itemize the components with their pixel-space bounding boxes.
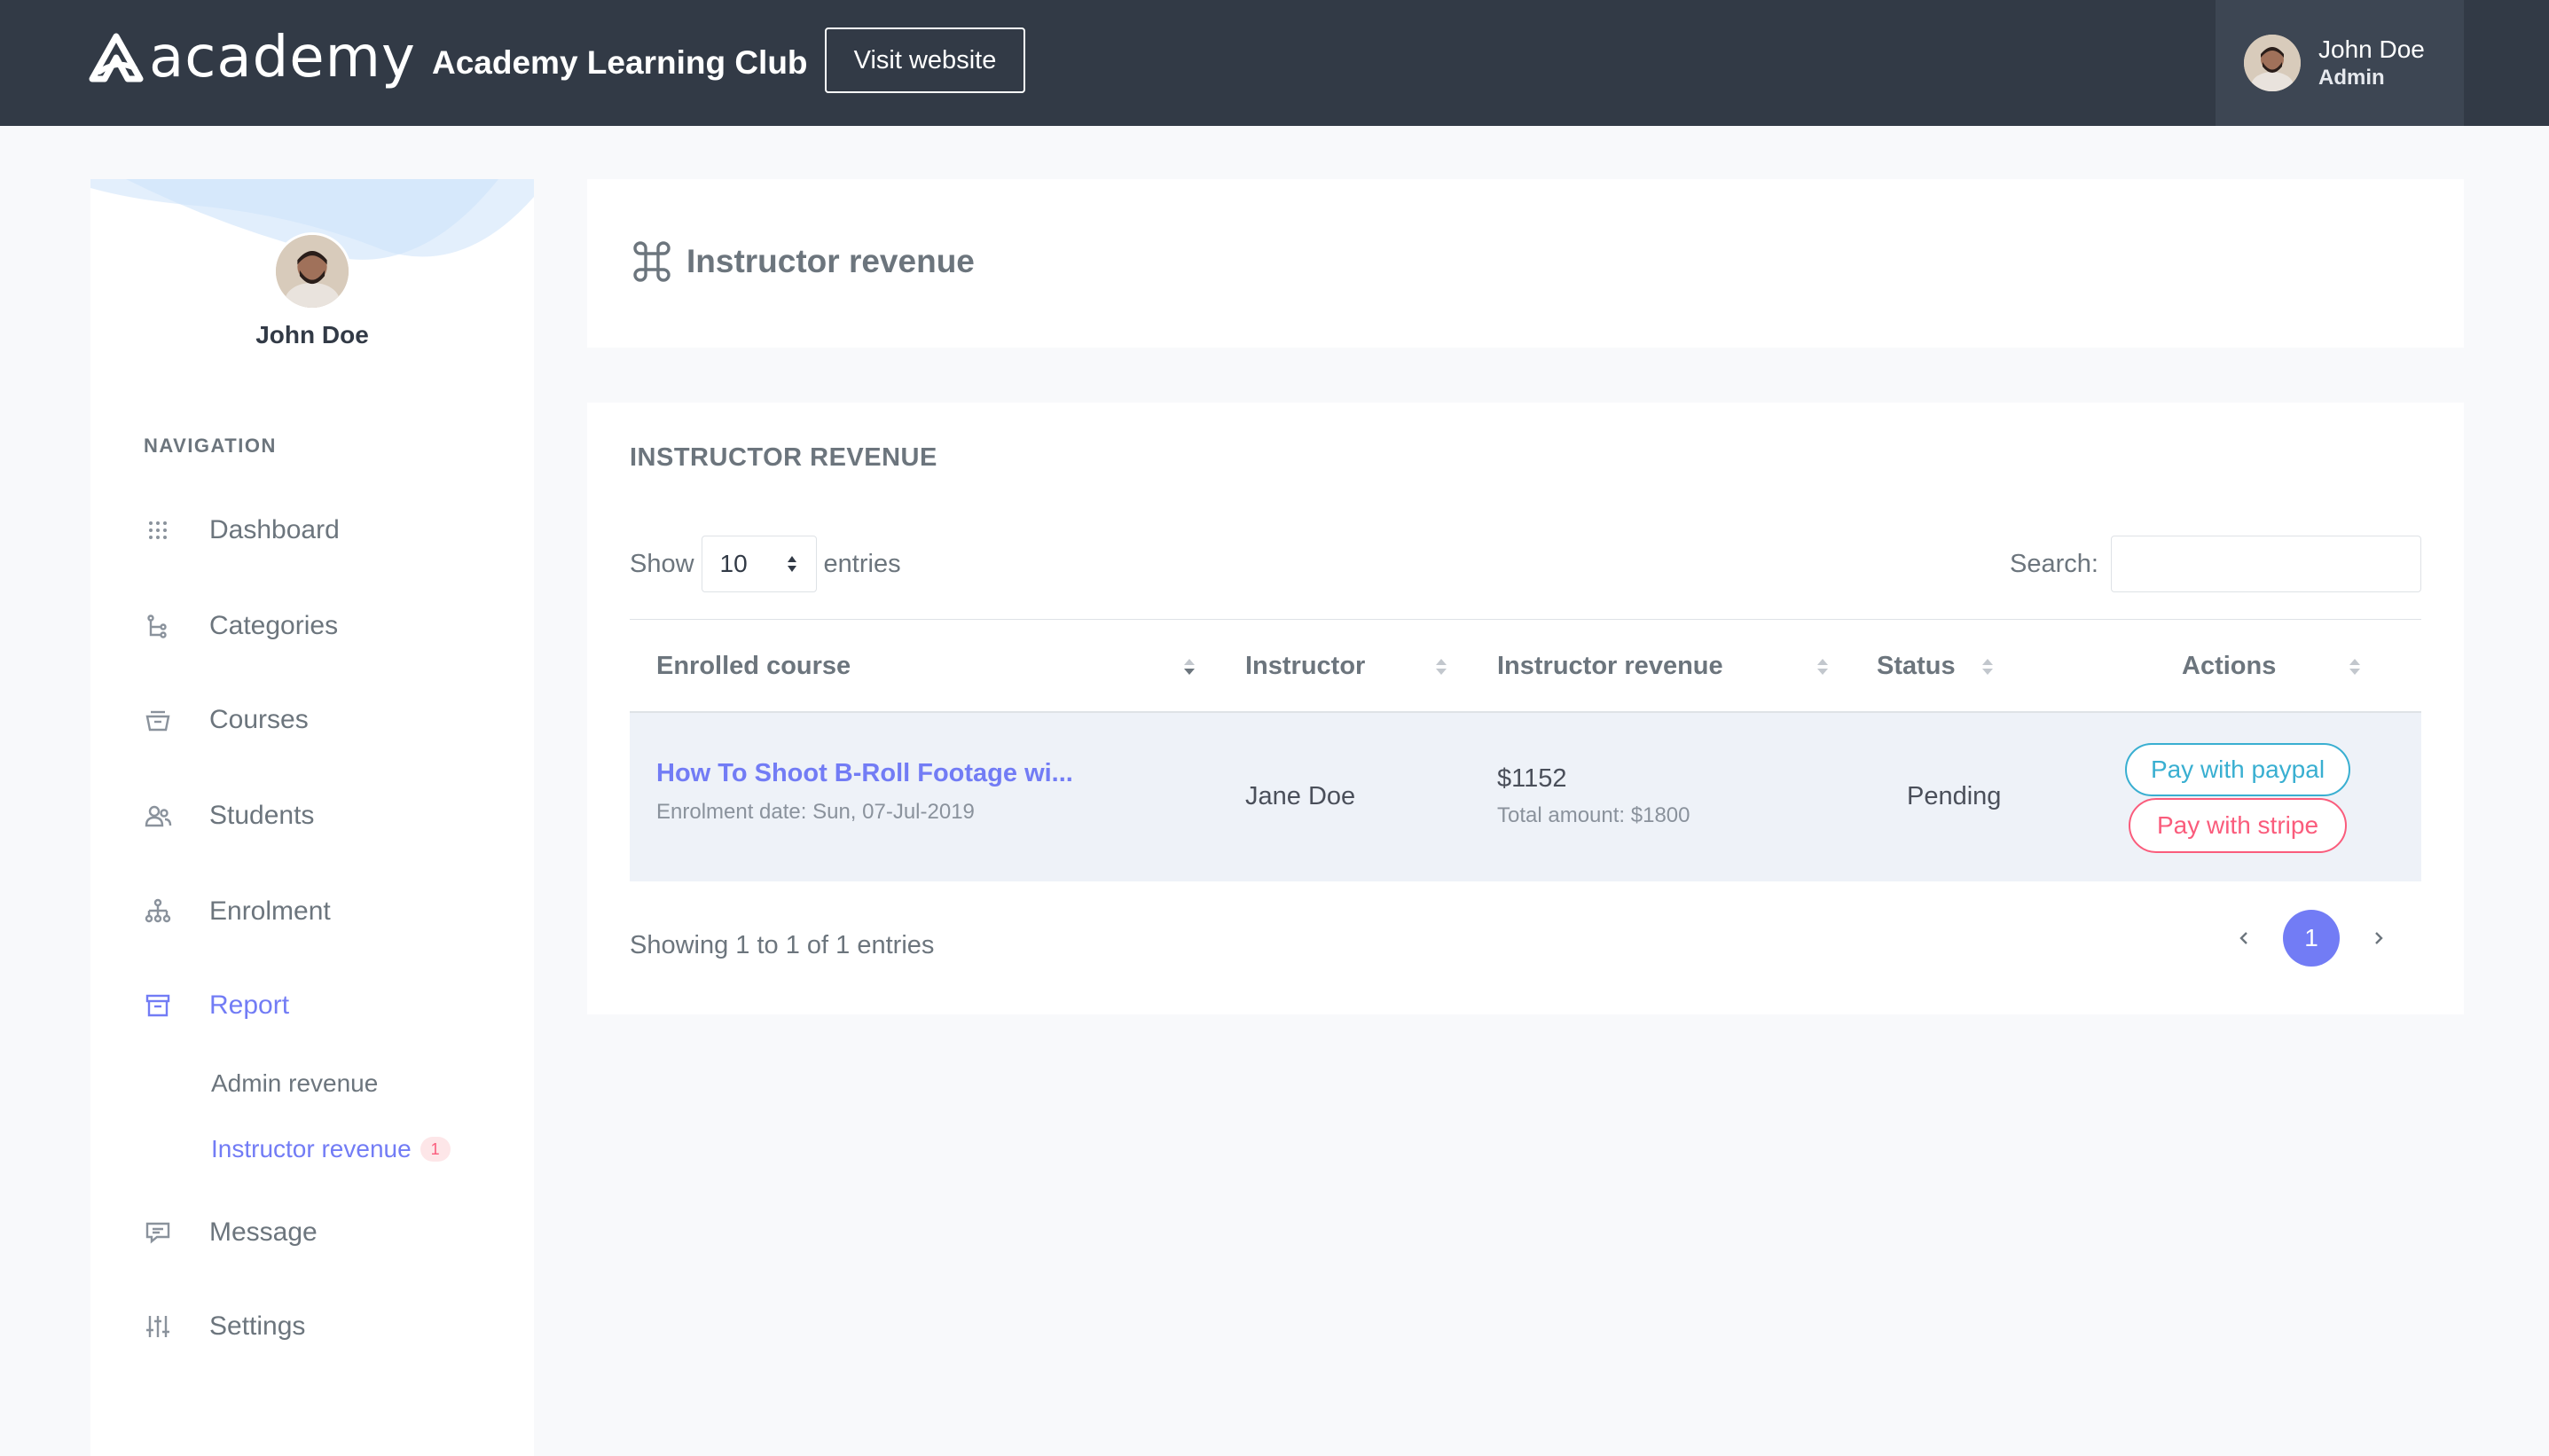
settings-sliders-icon (144, 1312, 172, 1341)
sidebar-item-label: Courses (209, 705, 309, 734)
dashboard-grid-icon (144, 516, 172, 544)
entries-select[interactable]: 10 (701, 536, 817, 592)
students-icon (144, 802, 172, 830)
table-row: How To Shoot B-Roll Footage wi... Enrolm… (630, 713, 2421, 881)
club-name: Academy Learning Club (432, 44, 808, 81)
table-info: Showing 1 to 1 of 1 entries (630, 931, 935, 959)
enrolment-date: Enrolment date: Sun, 07-Jul-2019 (656, 800, 975, 824)
report-icon (144, 991, 172, 1020)
page-1-button[interactable]: 1 (2283, 910, 2340, 967)
instructor-revenue-value: $1152 (1497, 764, 1567, 793)
previous-page-button[interactable] (2217, 910, 2271, 967)
page-title: Instructor revenue (631, 241, 975, 282)
column-header-status[interactable]: Status (1877, 620, 1956, 712)
instructor-revenue-table: Enrolled course Instructor Instructor re… (630, 619, 2421, 881)
sidebar-subitem-instructor-revenue[interactable]: Instructor revenue 1 (211, 1135, 451, 1163)
sidebar-item-label: Report (209, 990, 290, 1020)
search-label: Search: (2010, 549, 2098, 578)
header-user-name: John Doe (2318, 35, 2425, 63)
course-link[interactable]: How To Shoot B-Roll Footage wi... (656, 759, 1073, 788)
sort-desc-icon[interactable] (1181, 657, 1197, 677)
sort-icon[interactable] (1815, 657, 1831, 677)
courses-icon (144, 706, 172, 734)
message-icon (144, 1218, 172, 1247)
sidebar-subitem-admin-revenue[interactable]: Admin revenue (211, 1069, 378, 1098)
column-header-instructor[interactable]: Instructor (1245, 620, 1365, 712)
sort-icon[interactable] (1980, 657, 1996, 677)
pending-count-badge: 1 (420, 1137, 451, 1162)
select-arrows-icon (787, 556, 796, 572)
sidebar-item-message[interactable]: Message (144, 1206, 534, 1259)
pay-with-stripe-button[interactable]: Pay with stripe (2129, 798, 2347, 853)
table-header: Enrolled course Instructor Instructor re… (630, 619, 2421, 713)
nav-title: NAVIGATION (144, 434, 277, 457)
sidebar-subitem-label: Admin revenue (211, 1069, 379, 1097)
entries-select-value: 10 (719, 550, 748, 577)
total-amount: Total amount: $1800 (1497, 803, 1690, 827)
entries-length-control: Show 10 entries (630, 536, 901, 592)
enrolment-icon (144, 897, 172, 926)
sidebar-item-students[interactable]: Students (144, 789, 534, 842)
avatar (2244, 35, 2301, 91)
sidebar: John Doe NAVIGATION Dashboard Categories (90, 179, 534, 1456)
user-menu[interactable]: John Doe Admin (2216, 0, 2464, 126)
sort-icon[interactable] (2347, 657, 2363, 677)
brand-name: academy (149, 25, 416, 90)
sidebar-item-dashboard[interactable]: Dashboard (144, 504, 534, 557)
column-header-actions[interactable]: Actions (2182, 620, 2276, 712)
sidebar-item-courses[interactable]: Courses (144, 693, 534, 747)
page-header-card: Instructor revenue (587, 179, 2464, 348)
section-title: INSTRUCTOR REVENUE (630, 443, 937, 472)
visit-website-button[interactable]: Visit website (825, 27, 1025, 93)
sidebar-item-enrolment[interactable]: Enrolment (144, 885, 534, 938)
entries-label: entries (823, 549, 901, 578)
categories-tree-icon (144, 612, 172, 640)
sidebar-item-label: Settings (209, 1311, 306, 1341)
sidebar-item-categories[interactable]: Categories (144, 599, 534, 653)
search-input[interactable] (2111, 536, 2421, 592)
pagination: 1 (2217, 910, 2405, 967)
sidebar-avatar (273, 232, 351, 310)
chevron-right-icon (2375, 932, 2383, 944)
sidebar-item-settings[interactable]: Settings (144, 1300, 534, 1353)
sidebar-item-report[interactable]: Report (144, 979, 534, 1032)
pay-with-paypal-button[interactable]: Pay with paypal (2125, 743, 2350, 796)
column-header-instructor-revenue[interactable]: Instructor revenue (1497, 620, 1723, 712)
sidebar-subitem-label: Instructor revenue (211, 1135, 412, 1162)
topbar: academy Academy Learning Club Visit webs… (0, 0, 2549, 126)
table-search: Search: (2010, 536, 2421, 592)
sidebar-item-label: Enrolment (209, 896, 331, 926)
sidebar-item-label: Dashboard (209, 515, 340, 544)
show-label: Show (630, 549, 694, 578)
sidebar-item-label: Students (209, 801, 315, 830)
academy-logo-icon (89, 33, 144, 82)
header-user-role: Admin (2318, 66, 2385, 90)
sidebar-user-name: John Doe (255, 321, 369, 348)
revenue-table-card: INSTRUCTOR REVENUE Show 10 entries Searc… (587, 403, 2464, 1014)
instructor-name: Jane Doe (1245, 782, 1356, 810)
next-page-button[interactable] (2352, 910, 2405, 967)
column-header-enrolled-course[interactable]: Enrolled course (656, 620, 851, 712)
chevron-left-icon (2239, 932, 2247, 944)
command-icon (633, 241, 671, 282)
brand-logo[interactable]: academy (89, 27, 416, 89)
sidebar-item-label: Message (209, 1217, 318, 1247)
page-title-text: Instructor revenue (686, 243, 975, 279)
sort-icon[interactable] (1433, 657, 1449, 677)
status-text: Pending (1907, 782, 2002, 810)
sidebar-item-label: Categories (209, 611, 339, 640)
